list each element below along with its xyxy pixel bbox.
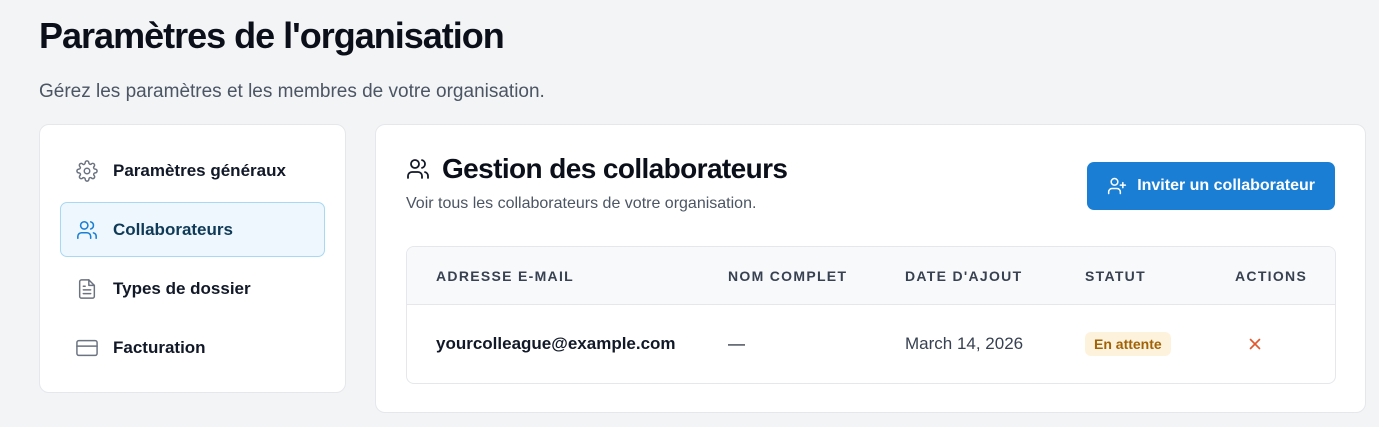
section-subtitle: Voir tous les collaborateurs de votre or… xyxy=(406,195,757,212)
sidebar-item-label: Paramètres généraux xyxy=(113,160,286,180)
sidebar-item-label: Types de dossier xyxy=(113,278,251,298)
user-plus-icon xyxy=(1107,176,1127,196)
gear-icon xyxy=(75,159,99,183)
document-icon xyxy=(75,277,99,301)
page-subtitle: Gérez les paramètres et les membres de v… xyxy=(39,81,545,102)
row-actions-cell xyxy=(1235,305,1265,383)
row-status-cell: En attente xyxy=(1085,305,1171,383)
credit-card-icon xyxy=(75,336,99,360)
table-header: ADRESSE E-MAIL NOM COMPLET DATE D'AJOUT … xyxy=(407,247,1335,305)
column-header-actions: ACTIONS xyxy=(1235,268,1308,284)
sidebar-item-label: Collaborateurs xyxy=(113,219,233,239)
column-header-email: ADRESSE E-MAIL xyxy=(436,268,574,284)
users-icon xyxy=(75,218,99,242)
table-row: yourcolleague@example.com — March 14, 20… xyxy=(407,305,1335,383)
row-full-name: — xyxy=(728,334,745,353)
section-title: Gestion des collaborateurs xyxy=(442,153,788,184)
collaborators-table: ADRESSE E-MAIL NOM COMPLET DATE D'AJOUT … xyxy=(406,246,1336,384)
column-header-status: STATUT xyxy=(1085,268,1146,284)
sidebar-item-label: Facturation xyxy=(113,337,206,357)
close-icon xyxy=(1249,338,1261,350)
collaborators-panel: Gestion des collaborateurs Voir tous les… xyxy=(375,124,1366,413)
invite-collaborator-button[interactable]: Inviter un collaborateur xyxy=(1087,162,1335,210)
page-header: Paramètres de l'organisation Gérez les p… xyxy=(39,14,545,104)
column-header-date-added: DATE D'AJOUT xyxy=(905,268,1023,284)
row-date-added: March 14, 2026 xyxy=(905,334,1024,353)
sidebar-item-folder-types[interactable]: Types de dossier xyxy=(60,261,325,316)
invite-button-label: Inviter un collaborateur xyxy=(1137,177,1315,194)
row-email: yourcolleague@example.com xyxy=(436,334,676,353)
users-icon xyxy=(406,156,432,182)
remove-collaborator-button[interactable] xyxy=(1245,334,1265,354)
status-badge: En attente xyxy=(1085,332,1171,356)
sidebar-item-billing[interactable]: Facturation xyxy=(60,320,325,375)
page-title: Paramètres de l'organisation xyxy=(39,15,505,56)
column-header-full-name: NOM COMPLET xyxy=(728,268,848,284)
sidebar-item-collaborators[interactable]: Collaborateurs xyxy=(60,202,325,257)
sidebar-item-general-settings[interactable]: Paramètres généraux xyxy=(60,143,325,198)
section-header: Gestion des collaborateurs Voir tous les… xyxy=(406,153,788,213)
settings-sidebar: Paramètres généraux Collaborateurs Types… xyxy=(39,124,346,393)
